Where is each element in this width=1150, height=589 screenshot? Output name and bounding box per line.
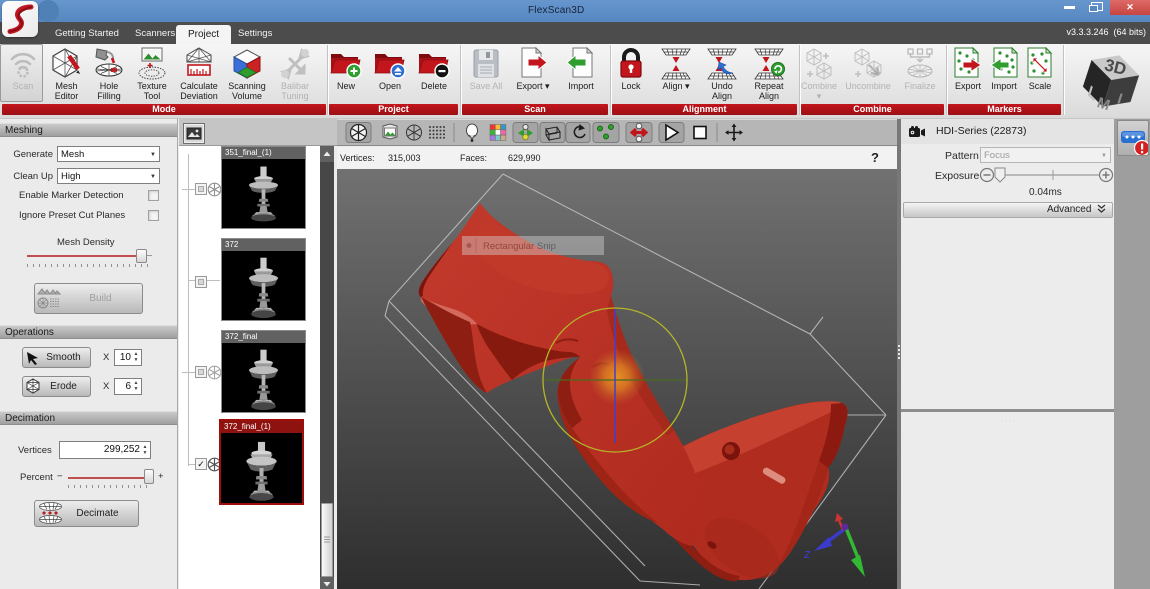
svg-text:Rectangular Snip: Rectangular Snip [483, 241, 556, 252]
svg-text:z: z [803, 546, 811, 561]
